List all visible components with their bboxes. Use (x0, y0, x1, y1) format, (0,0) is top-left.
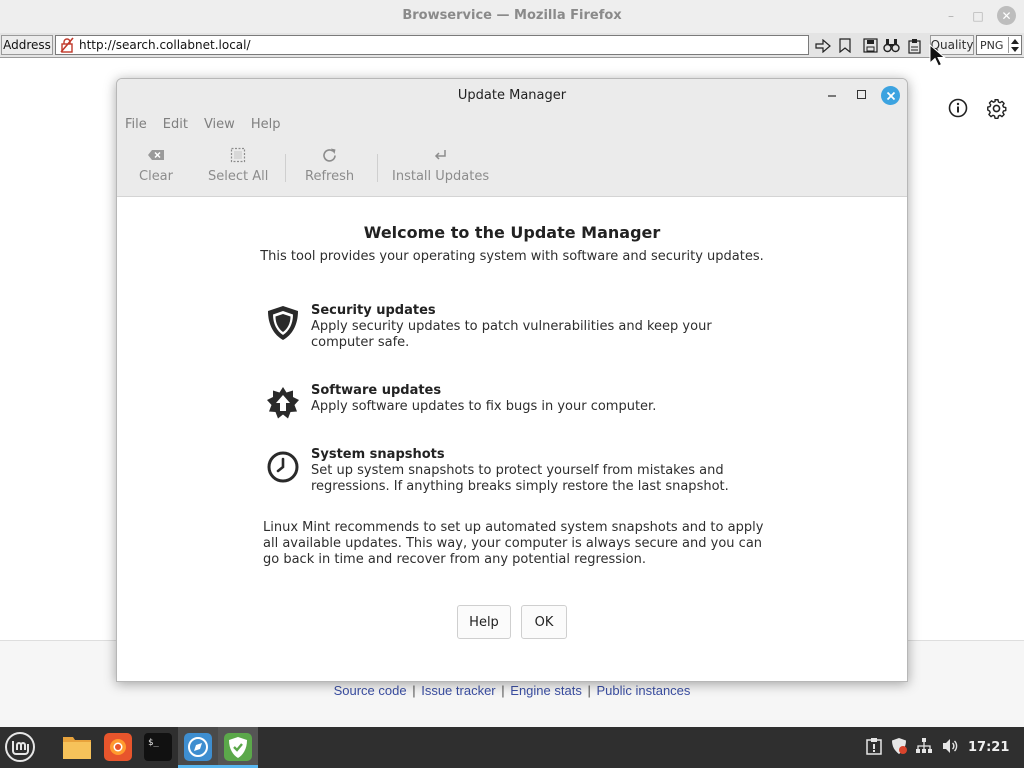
clear-icon (147, 146, 165, 164)
install-updates-label: Install Updates (392, 169, 490, 184)
help-button[interactable]: Help (457, 605, 511, 639)
network-icon[interactable] (915, 737, 933, 759)
menu-file[interactable]: File (117, 117, 155, 135)
maximize-button[interactable]: □ (969, 7, 987, 25)
feature-description: Apply security updates to patch vulnerab… (311, 319, 712, 350)
refresh-label: Refresh (305, 169, 355, 184)
volume-icon[interactable] (941, 737, 959, 759)
menu-edit[interactable]: Edit (155, 117, 196, 135)
welcome-subtitle: This tool provides your operating system… (260, 249, 764, 264)
footer-links: Source code | Issue tracker | Engine sta… (0, 683, 1024, 698)
dialog-header: Update Manager File Edit View Help Clear (117, 79, 907, 197)
address-label: Address (1, 35, 53, 55)
notification-tray-icon[interactable] (866, 737, 882, 759)
format-spinner[interactable] (1008, 37, 1020, 53)
star-arrow-icon (263, 383, 303, 423)
feature-title: Software updates (311, 383, 442, 398)
dialog-toolbar: Clear Select All Refresh Install Updates (117, 146, 907, 190)
dialog-title: Update Manager (457, 88, 567, 103)
info-icon[interactable] (948, 98, 968, 122)
update-manager-icon[interactable] (222, 731, 254, 763)
dialog-close-button[interactable] (881, 86, 900, 105)
feature-description: Apply software updates to fix bugs in yo… (311, 399, 657, 414)
address-field[interactable]: http://search.collabnet.local/ (55, 35, 809, 55)
address-url: http://search.collabnet.local/ (79, 38, 251, 52)
firefox-icon[interactable] (102, 731, 134, 763)
ok-button[interactable]: OK (521, 605, 567, 639)
menu-help[interactable]: Help (243, 117, 289, 135)
settings-gear-icon[interactable] (986, 98, 1007, 123)
toolbar-separator (377, 154, 378, 182)
footer-separator: | (412, 683, 416, 698)
refresh-button[interactable]: Refresh (305, 146, 354, 188)
svg-text:$_: $_ (148, 738, 159, 748)
refresh-icon (321, 146, 338, 164)
menu-icon[interactable] (4, 731, 36, 763)
clock-icon (263, 447, 303, 487)
minimize-button[interactable]: – (942, 7, 960, 25)
select-all-label: Select All (208, 169, 269, 184)
find-icon[interactable] (882, 36, 901, 55)
feature-title: System snapshots (311, 447, 445, 462)
clipboard-icon[interactable] (905, 36, 924, 55)
window-title: Browservice — Mozilla Firefox (402, 8, 622, 23)
bookmark-icon[interactable] (835, 36, 854, 55)
save-page-icon[interactable] (861, 36, 880, 55)
footer-separator: | (501, 683, 505, 698)
close-button[interactable]: ✕ (997, 6, 1016, 25)
feature-title: Security updates (311, 303, 436, 318)
install-icon (434, 146, 448, 164)
issue-tracker-link[interactable]: Issue tracker (421, 683, 495, 698)
menu-view[interactable]: View (196, 117, 243, 135)
recommendation-text: Linux Mint recommends to set up automate… (263, 520, 764, 567)
shield-icon (263, 303, 303, 343)
minimize-icon (828, 95, 836, 97)
engine-stats-link[interactable]: Engine stats (510, 683, 582, 698)
clock[interactable]: 17:21 (968, 740, 1009, 755)
go-arrow-icon[interactable] (813, 36, 832, 55)
select-all-icon (230, 146, 246, 164)
update-manager-dialog: Update Manager File Edit View Help Clear (116, 78, 908, 682)
spin-up-icon[interactable] (1010, 38, 1019, 44)
format-select[interactable]: PNG (976, 35, 1022, 55)
clear-button[interactable]: Clear (139, 146, 173, 188)
taskbar: $_ 17:21 (0, 727, 1024, 768)
menu-bar: File Edit View Help (117, 117, 288, 135)
insecure-icon (60, 37, 74, 53)
select-all-button[interactable]: Select All (208, 146, 268, 188)
public-instances-link[interactable]: Public instances (596, 683, 690, 698)
spin-down-icon[interactable] (1010, 46, 1019, 52)
feature-description: Set up system snapshots to protect yours… (311, 463, 729, 494)
install-updates-button[interactable]: Install Updates (392, 146, 489, 188)
clear-label: Clear (139, 169, 173, 184)
mouse-cursor-icon (929, 44, 946, 67)
close-icon (886, 91, 895, 100)
web-browser-icon[interactable] (182, 731, 214, 763)
format-value: PNG (980, 38, 1004, 52)
dialog-minimize-button[interactable] (827, 87, 837, 102)
toolbar-separator (285, 154, 286, 182)
files-icon[interactable] (61, 731, 93, 763)
source-code-link[interactable]: Source code (334, 683, 407, 698)
browser-titlebar: Browservice — Mozilla Firefox – □ ✕ (0, 0, 1024, 33)
address-toolbar: Address http://search.collabnet.local/ Q… (0, 33, 1024, 58)
update-shield-tray-icon[interactable] (890, 737, 908, 759)
footer-separator: | (587, 683, 591, 698)
welcome-title: Welcome to the Update Manager (363, 223, 661, 242)
terminal-icon[interactable]: $_ (142, 731, 174, 763)
dialog-maximize-button[interactable] (857, 90, 866, 99)
